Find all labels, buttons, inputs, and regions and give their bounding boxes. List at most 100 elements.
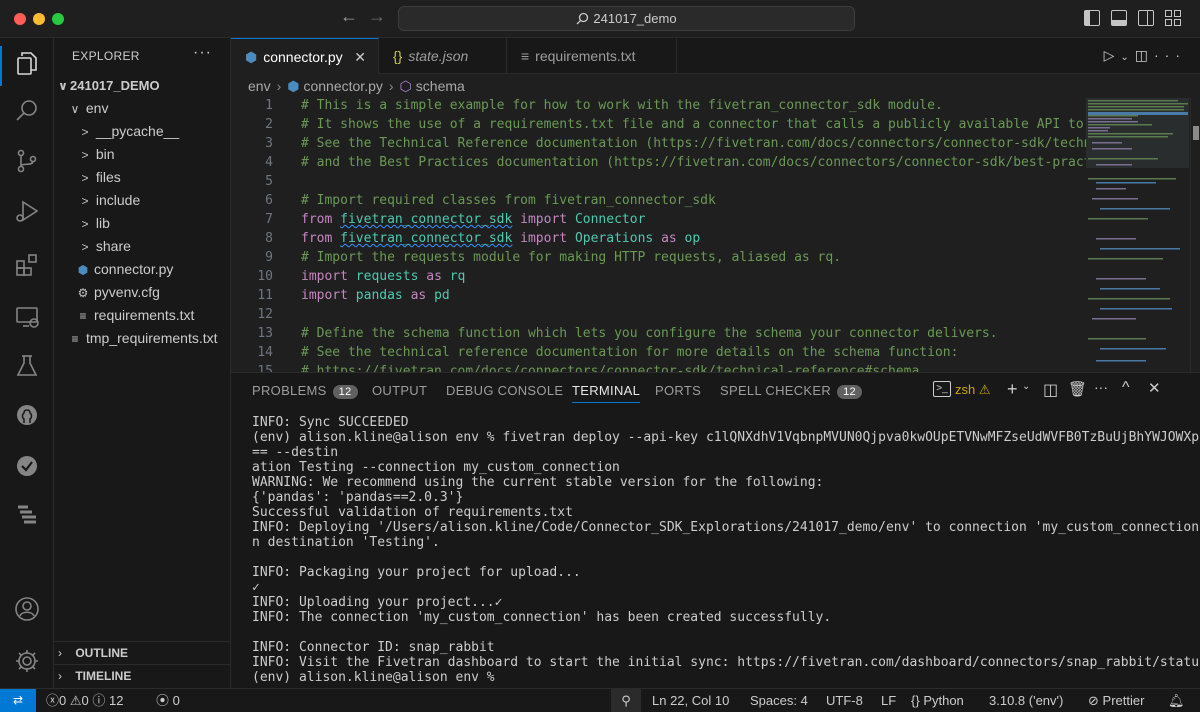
tab-requirements-txt[interactable]: ≡ requirements.txt [507,38,677,74]
tab-problems[interactable]: PROBLEMS 12 [252,383,358,399]
tree-item-files[interactable]: > files [54,166,231,189]
split-terminal-icon[interactable]: ◫ [1043,380,1058,400]
more-actions-icon[interactable]: ··· [1094,379,1108,395]
keyword-token: as [426,269,442,284]
more-actions-icon[interactable]: ··· [1154,47,1186,63]
tree-item-tmp-requirements-txt[interactable]: ≡ tmp_requirements.txt [54,327,231,350]
error-icon: ⓧ [46,693,60,708]
tab-output[interactable]: OUTPUT [372,383,427,398]
close-icon[interactable]: ✕ [354,39,366,75]
run-play-icon[interactable]: ▷ [1104,47,1121,63]
python-interpreter[interactable]: 3.10.8 ('env') [989,689,1063,712]
toggle-primary-sidebar-icon[interactable] [1084,10,1100,26]
tab-debug-console[interactable]: DEBUG CONSOLE [446,383,563,398]
tree-item-connector-py[interactable]: ⬢ connector.py [54,258,231,281]
github-icon[interactable] [12,400,42,430]
tree-item-share[interactable]: > share [54,235,231,258]
account-icon[interactable] [12,594,42,624]
toggle-secondary-sidebar-icon[interactable] [1138,10,1154,26]
tree-root-folder[interactable]: ∨ 241017_DEMO [54,74,231,97]
manage-gear-icon[interactable] [12,646,42,676]
tree-item-include[interactable]: > include [54,189,231,212]
tab-label: requirements.txt [535,48,636,64]
tab-state-json[interactable]: {} state.json [379,38,507,74]
extensions-icon[interactable] [12,250,42,280]
scrollbar-thumb[interactable] [1193,126,1199,140]
maximize-panel-chevron-up-icon[interactable]: ^ [1122,379,1130,397]
notifications-bell-icon[interactable]: 🔔︎ [1168,689,1185,712]
explorer-icon[interactable] [12,48,42,78]
close-window-button[interactable] [14,13,26,25]
command-center-search[interactable]: 241017_demo [398,6,855,31]
search-icon[interactable] [12,96,42,126]
language-mode[interactable]: {} Python [911,689,964,712]
tree-item-label: tmp_requirements.txt [86,330,218,346]
terminal-line: WARNING: We recommend using the current … [252,475,824,490]
code-editor[interactable]: 1 2 3 4 5 6 7 8 9 10 11 12 13 14 15 # Th… [231,98,1200,372]
testing-flask-icon[interactable] [12,351,42,381]
trash-icon[interactable]: 🗑 [1068,380,1087,398]
terminal-line: ✓ [252,580,260,595]
toggle-panel-icon[interactable] [1111,10,1127,26]
breadcrumb-file[interactable]: connector.py [303,78,382,94]
code-line: # See the technical reference documentat… [301,345,959,360]
python-icon: ⬢ [77,263,89,277]
zoom-window-button[interactable] [52,13,64,25]
class-token: Operations [574,231,654,246]
tree-item-pyvenv-cfg[interactable]: ⚙ pyvenv.cfg [54,281,231,304]
encoding[interactable]: UTF-8 [826,689,863,712]
tab-ports[interactable]: PORTS [655,383,701,398]
tree-item-lib[interactable]: > lib [54,212,231,235]
cursor-position[interactable]: Ln 22, Col 10 [652,689,729,712]
remote-explorer-icon[interactable] [12,302,42,332]
tree-item-pycache[interactable]: > __pycache__ [54,120,231,143]
tree-item-label: connector.py [94,261,174,277]
checkmark-circle-icon[interactable] [12,451,42,481]
code-line: # Import required classes from fivetran_… [301,193,716,208]
tab-terminal[interactable]: TERMINAL [572,383,641,403]
minimap[interactable] [1086,98,1189,372]
tree-item-env[interactable]: ∨ env [54,97,231,120]
tab-spell-checker[interactable]: SPELL CHECKER 12 [720,383,862,399]
line-number: 13 [257,326,273,341]
module-token: pandas [355,288,403,303]
ports-status[interactable]: ⦿ 0 [156,689,180,712]
chevron-down-icon[interactable]: ⌄ [1120,52,1134,63]
indentation[interactable]: Spaces: 4 [750,689,808,712]
problems-status[interactable]: ⓧ0 ⚠0 ⓘ 12 [46,689,124,712]
run-debug-icon[interactable] [12,196,42,226]
prettier-status[interactable]: ⊘ Prettier [1088,689,1144,712]
more-actions-icon[interactable]: ··· [193,44,212,62]
breadcrumb-env[interactable]: env [248,78,271,94]
outline-section[interactable]: › OUTLINE [54,641,231,664]
tree-item-requirements-txt[interactable]: ≡ requirements.txt [54,304,231,327]
editor-scrollbar[interactable] [1190,98,1200,372]
customize-layout-icon[interactable] [1165,10,1181,26]
breadcrumb-symbol[interactable]: schema [416,78,465,94]
tab-connector-py[interactable]: ⬢ connector.py ✕ [231,38,379,74]
chevron-right-icon: › [276,78,282,94]
code-line-10: import requests as rq [301,269,465,284]
fivetran-icon[interactable] [12,500,42,530]
split-editor-icon[interactable]: ◫ [1135,47,1154,63]
terminal-output[interactable]: INFO: Sync SUCCEEDED (env) alison.kline@… [252,415,1200,685]
source-control-icon[interactable] [12,146,42,176]
timeline-section[interactable]: › TIMELINE [54,664,231,687]
timeline-label: TIMELINE [75,669,132,683]
keyword-token: import [301,269,348,284]
minimize-window-button[interactable] [33,13,45,25]
terminal-shell-selector[interactable]: zsh ⚠ [955,382,991,398]
close-panel-icon[interactable]: ✕ [1148,379,1161,397]
tree-item-bin[interactable]: > bin [54,143,231,166]
code-line: # This is a simple example for how to wo… [301,98,943,113]
back-arrow-icon[interactable]: ← [340,6,358,27]
new-terminal-plus-icon[interactable]: + [1007,379,1018,400]
terminal-icon[interactable]: >_ [933,381,951,397]
terminal-line: INFO: Deploying '/Users/alison.kline/Cod… [252,520,1200,535]
chevron-down-icon[interactable]: ⌄ [1022,381,1030,392]
end-of-line[interactable]: LF [881,689,896,712]
zoom-search-icon[interactable]: ⚲ [611,689,641,712]
forward-arrow-icon[interactable]: → [368,6,386,27]
remote-indicator-icon[interactable]: ⇄ [0,689,36,712]
terminal-line: n destination 'Testing'. [252,535,440,550]
